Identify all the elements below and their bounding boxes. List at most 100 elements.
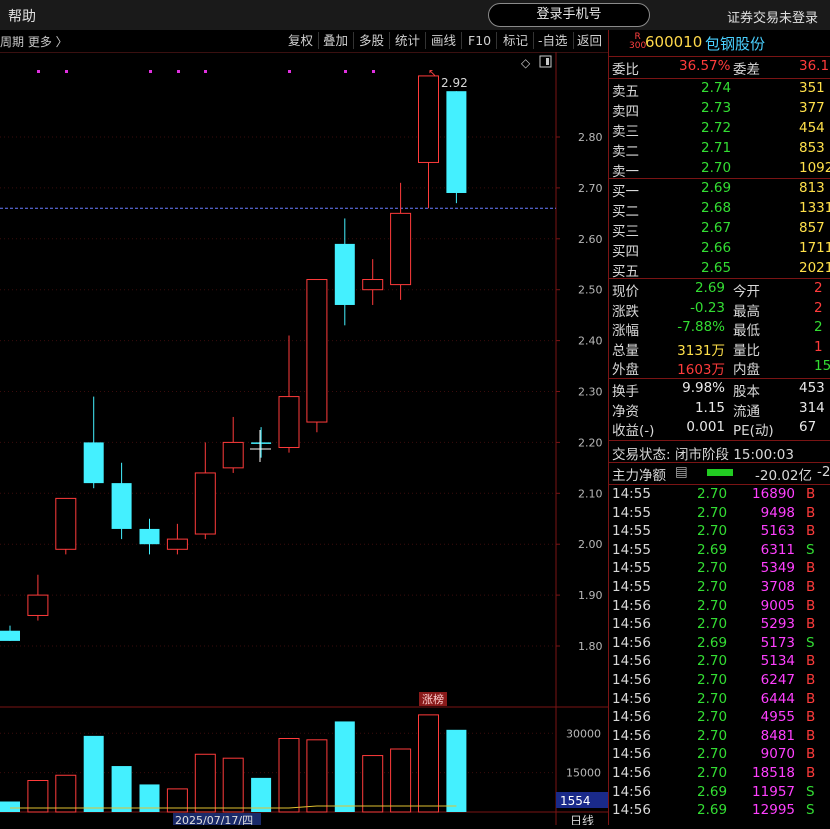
event-marker-dot bbox=[372, 70, 375, 73]
ask-volume: 351 bbox=[799, 80, 825, 96]
multi-stock-button[interactable]: 多股 bbox=[354, 32, 391, 49]
ask-volume: 853 bbox=[799, 140, 825, 156]
main-flow-label: 主力净额 bbox=[612, 468, 666, 484]
statistics-button[interactable]: 统计 bbox=[390, 32, 427, 49]
bid-row[interactable]: 买三 2.67 857 bbox=[609, 220, 830, 240]
high-price-label: 2.92 bbox=[441, 76, 468, 90]
tick-volume: 5134 bbox=[760, 653, 795, 670]
tick-price: 2.70 bbox=[697, 727, 728, 744]
back-button[interactable]: 返回 bbox=[572, 32, 607, 49]
list-icon[interactable]: ▤ bbox=[675, 464, 688, 480]
tick-time: 14:55 bbox=[612, 504, 651, 521]
tick-time: 14:56 bbox=[612, 597, 651, 614]
mark-button[interactable]: 标记 bbox=[498, 32, 535, 49]
ask-row[interactable]: 卖一 2.70 1092 bbox=[609, 160, 830, 180]
tick-volume: 11957 bbox=[752, 783, 795, 800]
ask-row[interactable]: 卖五 2.74 351 bbox=[609, 80, 830, 100]
price-tick-label: 2.80 bbox=[578, 131, 603, 144]
tick-time: 14:55 bbox=[612, 560, 651, 577]
kline-chart[interactable]: ◇ 2.80 2.70 2.60 2.50 2.40 2.30 2.20 2.10 2.00 1.… bbox=[0, 52, 608, 828]
fuquan-button[interactable]: 复权 bbox=[283, 32, 320, 49]
tick-side: B bbox=[806, 653, 816, 670]
candle-body bbox=[27, 594, 49, 616]
bid-row[interactable]: 买四 2.66 1711 bbox=[609, 240, 830, 260]
weibi-value: 36.57% bbox=[679, 58, 731, 74]
period-more-menu[interactable]: 周期 更多 〉 bbox=[0, 33, 68, 50]
fundamental-label-2: PE(动) bbox=[733, 423, 774, 440]
ask-row[interactable]: 卖三 2.72 454 bbox=[609, 120, 830, 140]
candle-body bbox=[390, 212, 412, 286]
tick-row: 14:55 2.70 3708 B bbox=[609, 579, 830, 598]
main-flow-value: -20.02亿 bbox=[755, 468, 813, 484]
stat-label-2: 今开 bbox=[733, 284, 760, 300]
draw-line-button[interactable]: 画线 bbox=[426, 32, 463, 49]
fundamental-value: 9.98% bbox=[682, 380, 725, 396]
ask-price: 2.70 bbox=[701, 160, 732, 176]
overlay-button[interactable]: 叠加 bbox=[318, 32, 355, 49]
volume-bar bbox=[83, 735, 104, 812]
volume-bar bbox=[55, 774, 77, 813]
f10-button[interactable]: F10 bbox=[463, 32, 498, 49]
login-phone-button[interactable]: 登录手机号 bbox=[488, 3, 650, 27]
trade-login-status[interactable]: 证券交易未登录 bbox=[727, 7, 818, 26]
fundamental-label-2: 流通 bbox=[733, 403, 760, 420]
price-tick-label: 2.50 bbox=[578, 284, 603, 297]
stat-row: 涨幅 -7.88% 最低 2 bbox=[609, 319, 830, 339]
ask-row[interactable]: 卖二 2.71 853 bbox=[609, 140, 830, 160]
weicha-label: 委差 bbox=[733, 62, 760, 78]
volume-bar bbox=[251, 777, 272, 812]
r300-badge: R 300 bbox=[629, 33, 646, 51]
panel-toggle-icon-fill bbox=[546, 58, 549, 65]
candle-body bbox=[0, 630, 20, 641]
fundamental-label: 换手 bbox=[612, 384, 639, 400]
fundamental-value: 0.001 bbox=[686, 419, 725, 436]
price-tick-label: 2.20 bbox=[578, 436, 603, 449]
tick-side: S bbox=[806, 541, 815, 558]
ask-price: 2.72 bbox=[701, 120, 732, 136]
tick-volume: 18518 bbox=[752, 765, 795, 781]
bid-row[interactable]: 买二 2.68 1331 bbox=[609, 200, 830, 220]
price-tick-label: 2.40 bbox=[578, 335, 603, 348]
tick-side: B bbox=[806, 504, 816, 521]
bid-volume: 1331 bbox=[799, 200, 830, 216]
candle-body bbox=[111, 483, 132, 529]
stat-value-2: 1527 bbox=[814, 358, 830, 375]
price-tick-label: 2.60 bbox=[578, 233, 603, 246]
panel-toggle-icon[interactable] bbox=[539, 55, 552, 68]
stat-label: 外盘 bbox=[612, 362, 639, 379]
fundamental-row: 净资 1.15 流通 314 bbox=[609, 400, 830, 420]
help-menu[interactable]: 帮助 bbox=[8, 6, 36, 26]
volume-bar bbox=[278, 738, 300, 813]
stat-value-2: 1 bbox=[814, 338, 823, 355]
ask-row[interactable]: 卖四 2.73 377 bbox=[609, 100, 830, 120]
tick-time: 14:55 bbox=[612, 541, 651, 558]
tick-row: 14:56 2.70 5134 B bbox=[609, 653, 830, 672]
stock-code[interactable]: 600010 bbox=[645, 33, 702, 51]
diamond-icon[interactable]: ◇ bbox=[521, 56, 531, 70]
tick-side: B bbox=[806, 597, 816, 614]
volume-bar bbox=[111, 766, 132, 812]
tick-price: 2.69 bbox=[697, 802, 728, 819]
fundamental-row: 换手 9.98% 股本 453 bbox=[609, 380, 830, 400]
price-tick-label: 2.10 bbox=[578, 487, 603, 500]
tick-volume: 5293 bbox=[760, 616, 795, 633]
bid-row[interactable]: 买一 2.69 813 bbox=[609, 180, 830, 200]
bid-price: 2.65 bbox=[701, 260, 732, 276]
remove-watchlist-button[interactable]: -自选 bbox=[533, 32, 574, 49]
fundamental-label: 净资 bbox=[612, 403, 639, 420]
ask-label: 卖五 bbox=[612, 84, 639, 100]
price-tick-label: 2.00 bbox=[578, 538, 603, 551]
tick-row: 14:56 2.70 9070 B bbox=[609, 746, 830, 765]
fundamental-row: 收益(-) 0.001 PE(动) 67 bbox=[609, 419, 830, 440]
tick-price: 2.69 bbox=[697, 634, 728, 651]
stock-name[interactable]: 包钢股份 bbox=[705, 33, 765, 54]
tick-time: 14:55 bbox=[612, 486, 651, 502]
bid-row[interactable]: 买五 2.65 2021 bbox=[609, 260, 830, 280]
tick-price: 2.70 bbox=[697, 746, 728, 763]
kline-svg[interactable]: ◇ 2.80 2.70 2.60 2.50 2.40 2.30 2.20 2.10 2.00 1.… bbox=[0, 52, 608, 828]
badge-300: 300 bbox=[629, 41, 647, 51]
tick-volume: 5349 bbox=[760, 560, 795, 577]
tick-side: B bbox=[806, 765, 816, 781]
main-flow-row: 主力净额 ▤ -20.02亿 -2 bbox=[609, 464, 830, 484]
bid-volume: 2021 bbox=[799, 260, 830, 276]
